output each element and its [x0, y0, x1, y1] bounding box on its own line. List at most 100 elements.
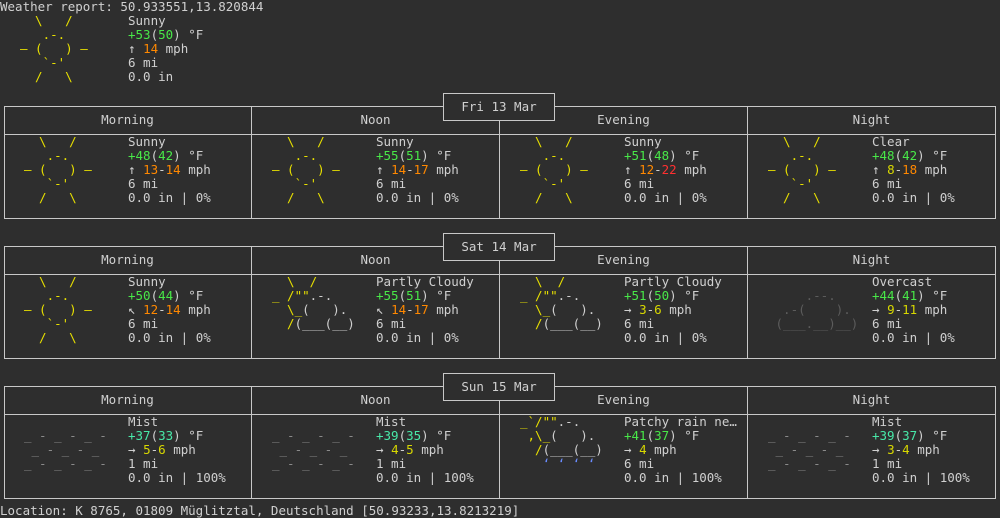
slot-condition: Patchy rain ne…	[624, 415, 737, 429]
slot-wind-min: 9	[887, 302, 895, 317]
slot-info: Mist +39(35) °F → 4-5 mph 1 mi 0.0 in | …	[376, 415, 474, 485]
forecast-slot: _ - _ - _ - _ - _ - _ _ - _ - _ - Mist +…	[252, 415, 499, 497]
slot-temp-feels: 51	[406, 288, 422, 303]
slot-wind-max: 18	[902, 162, 918, 177]
slot-visibility: 1 mi	[376, 456, 407, 471]
slot-visibility: 6 mi	[376, 176, 407, 191]
slot-precip: 0.0 in | 0%	[128, 190, 211, 205]
slot-visibility: 6 mi	[872, 176, 903, 191]
slot-precip: 0.0 in | 0%	[128, 330, 211, 345]
slot-wind-unit: mph	[421, 442, 444, 457]
location-footer: Location: K 8765, 01809 Müglitztal, Deut…	[0, 503, 520, 518]
slot-condition: Overcast	[872, 275, 933, 289]
forecast-slot: \ / .-. ― ( ) ― `-' / \ Sunny +48(42) °F…	[4, 135, 251, 217]
forecast-slot: \ / .-. ― ( ) ― `-' / \ Clear +48(42) °F…	[748, 135, 995, 217]
partly-cloudy-icon: \ / _ /"".-. \_( ). /(___(__)	[520, 274, 603, 331]
current-visibility: 6 mi	[128, 55, 159, 70]
slot-visibility: 1 mi	[872, 456, 903, 471]
current-temp-feels: 50	[158, 27, 174, 42]
sun-icon: \ / .-. ― ( ) ― `-' / \	[20, 13, 88, 84]
slot-temp-unit: °F	[188, 288, 204, 303]
slot-temp: +50	[128, 288, 151, 303]
slot-wind-max: 5	[406, 442, 414, 457]
current-conditions: \ / .-. ― ( ) ― `-' / \ Sunny +53(50) °F…	[0, 14, 400, 84]
slot-wind-max: 4	[902, 442, 910, 457]
slot-temp-feels: 33	[158, 428, 174, 443]
day-forecast: Sun 15 Mar Morning Noon Evening Night _ …	[4, 373, 996, 499]
slot-info: Partly Cloudy +51(50) °F → 3-6 mph 6 mi …	[624, 275, 722, 345]
slot-wind-max: 6	[654, 302, 662, 317]
day-label: Sun 15 Mar	[443, 373, 555, 401]
slot-temp-unit: °F	[436, 148, 452, 163]
period-header: Morning	[4, 107, 251, 134]
day-label: Sat 14 Mar	[443, 233, 555, 261]
slot-wind-max: 17	[413, 302, 429, 317]
slot-info: Sunny +50(44) °F ↖ 12-14 mph 6 mi 0.0 in…	[128, 275, 211, 345]
current-temp: +53	[128, 27, 151, 42]
sun-icon: \ / .-. ― ( ) ― `-' / \	[272, 134, 340, 205]
slot-wind-max: 11	[902, 302, 918, 317]
slot-precip: 0.0 in | 100%	[624, 470, 722, 485]
current-info: Sunny +53(50) °F ↑ 14 mph 6 mi 0.0 in	[128, 14, 204, 84]
forecast-slot: \ / .-. ― ( ) ― `-' / \ Sunny +51(48) °F…	[500, 135, 747, 217]
slot-temp: +39	[872, 428, 895, 443]
slot-precip: 0.0 in | 100%	[376, 470, 474, 485]
slot-temp-feels: 50	[654, 288, 670, 303]
slot-precip: 0.0 in | 100%	[872, 470, 970, 485]
mist-icon: _ - _ - _ - _ - _ - _ _ - _ - _ -	[272, 428, 355, 471]
forecast-slot: \ / _ /"".-. \_( ). /(___(__) Partly Clo…	[500, 275, 747, 357]
slot-temp-unit: °F	[932, 148, 948, 163]
slot-precip: 0.0 in | 0%	[872, 190, 955, 205]
slot-wind-min: 4	[639, 442, 647, 457]
slot-temp-feels: 37	[902, 428, 918, 443]
slot-precip: 0.0 in | 0%	[624, 330, 707, 345]
slot-wind-min: 13	[143, 162, 159, 177]
forecast-slot: _`/"".-. ,\_( ). /(___(__) ‘ ‘ ‘ ‘ Patch…	[500, 415, 747, 497]
slot-temp-feels: 42	[158, 148, 174, 163]
current-wind-speed: 14	[143, 41, 159, 56]
slot-temp-feels: 37	[654, 428, 670, 443]
period-header: Night	[748, 107, 995, 134]
slot-wind-min: 14	[391, 162, 407, 177]
slot-info: Partly Cloudy +55(51) °F ↖ 14-17 mph 6 m…	[376, 275, 474, 345]
slot-wind-arrow: →	[376, 442, 384, 457]
slot-precip: 0.0 in | 0%	[376, 330, 459, 345]
slot-wind-min: 5	[143, 442, 151, 457]
current-temp-unit: °F	[188, 27, 204, 42]
slot-temp: +48	[872, 148, 895, 163]
slot-condition: Clear	[872, 135, 910, 149]
slot-wind-arrow: ↑	[376, 162, 384, 177]
slot-visibility: 6 mi	[872, 316, 903, 331]
slot-visibility: 6 mi	[624, 316, 655, 331]
slot-temp-unit: °F	[932, 428, 948, 443]
slot-condition: Mist	[872, 415, 903, 429]
slot-wind-arrow: →	[872, 302, 880, 317]
day-label: Fri 13 Mar	[443, 93, 555, 121]
slot-condition: Sunny	[128, 135, 166, 149]
slot-wind-arrow: →	[624, 442, 632, 457]
slot-temp-unit: °F	[188, 148, 204, 163]
period-title: Morning	[101, 112, 154, 127]
slot-wind-min: 3	[639, 302, 647, 317]
slot-wind-arrow: ↑	[624, 162, 632, 177]
slot-wind-unit: mph	[924, 302, 948, 317]
slot-temp-unit: °F	[684, 288, 700, 303]
slot-wind-max: 6	[158, 442, 166, 457]
slot-condition: Partly Cloudy	[624, 275, 722, 289]
slot-precip: 0.0 in | 0%	[376, 190, 459, 205]
slot-wind-unit: mph	[924, 162, 948, 177]
sun-icon: \ / .-. ― ( ) ― `-' / \	[24, 134, 92, 205]
overcast-icon: .--. .-( ). (___.__)__)	[775, 288, 859, 331]
slot-wind-arrow: →	[624, 302, 632, 317]
slot-visibility: 6 mi	[128, 316, 159, 331]
day-forecast: Fri 13 Mar Morning Noon Evening Night \ …	[4, 93, 996, 219]
slot-condition: Sunny	[376, 135, 414, 149]
slot-temp: +37	[128, 428, 151, 443]
slot-temp-unit: °F	[932, 288, 948, 303]
slot-wind-unit: mph	[436, 302, 459, 317]
period-title: Night	[852, 252, 891, 267]
slot-info: Clear +48(42) °F ↑ 8-18 mph 6 mi 0.0 in …	[872, 135, 955, 205]
slot-temp: +44	[872, 288, 895, 303]
slot-condition: Sunny	[624, 135, 662, 149]
mist-icon: _ - _ - _ - _ - _ - _ _ - _ - _ -	[768, 428, 851, 471]
